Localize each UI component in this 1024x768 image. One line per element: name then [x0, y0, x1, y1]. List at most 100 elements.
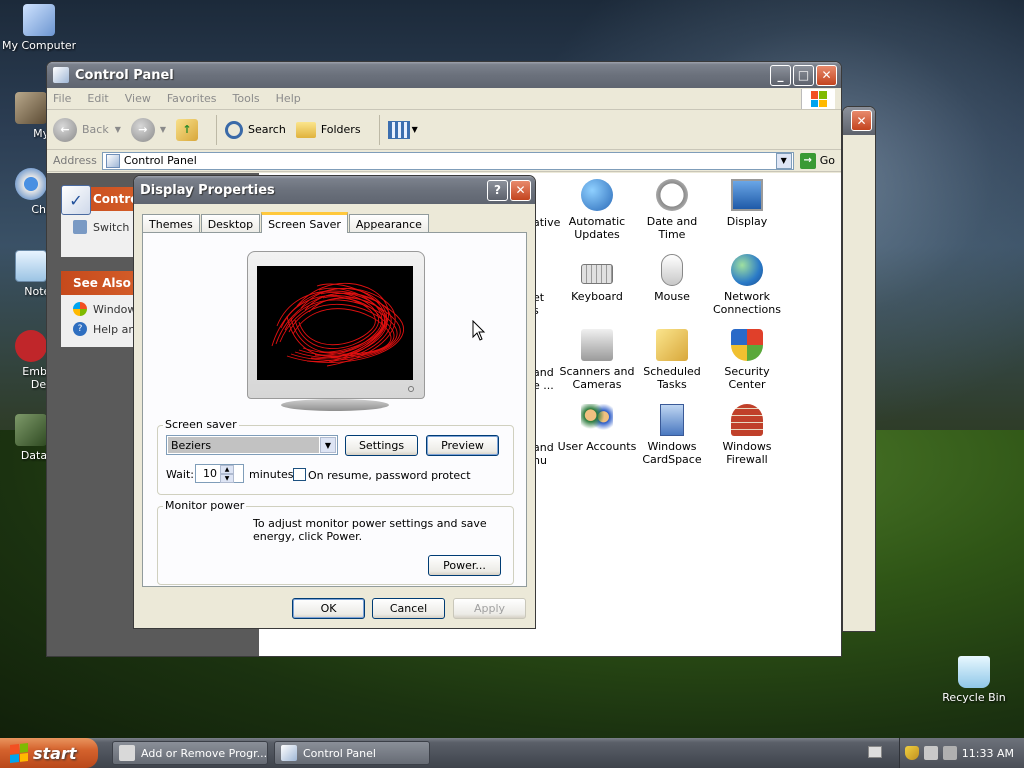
search-button[interactable]: Search	[225, 120, 286, 139]
settings-button[interactable]: Settings	[345, 435, 418, 456]
address-input[interactable]: Control Panel	[101, 151, 794, 170]
taskbar: start Add or Remove Progr... Control Pan…	[0, 738, 1024, 768]
cp-item-scanners-cameras[interactable]: Scanners and Cameras	[557, 329, 637, 391]
cp-item-security-center[interactable]: Security Center	[707, 329, 787, 391]
mouse-icon	[661, 254, 683, 286]
desktop-icon-label: Recycle Bin	[942, 691, 1006, 704]
power-button[interactable]: Power...	[428, 555, 501, 576]
monitor-power-group-label: Monitor power	[163, 499, 247, 512]
views-button[interactable]: ▼	[387, 120, 418, 139]
menu-file[interactable]: File	[53, 92, 71, 105]
window-title: Control Panel	[75, 67, 174, 83]
desktop-icon-my-computer[interactable]: My Computer	[2, 4, 76, 52]
control-panel-checkmark-icon: ✓	[61, 185, 91, 215]
up-folder-button[interactable]: ↑	[176, 118, 199, 141]
go-arrow-icon: →	[799, 152, 816, 169]
monitor-power-text: To adjust monitor power settings and sav…	[253, 517, 487, 543]
tab-screen-saver[interactable]: Screen Saver	[261, 212, 348, 233]
close-icon[interactable]: ✕	[816, 64, 837, 86]
wait-minutes-value[interactable]: 10	[196, 467, 220, 480]
notepad-icon	[15, 250, 47, 282]
start-button[interactable]: start	[0, 738, 98, 768]
network-icon[interactable]	[923, 746, 938, 760]
go-label: Go	[819, 154, 835, 167]
menu-tools[interactable]: Tools	[233, 92, 260, 105]
menu-help[interactable]: Help	[276, 92, 301, 105]
menu-edit[interactable]: Edit	[87, 92, 108, 105]
menu-favorites[interactable]: Favorites	[167, 92, 217, 105]
password-protect-checkbox[interactable]	[293, 468, 306, 481]
password-protect-label[interactable]: On resume, password protect	[308, 469, 471, 482]
minimize-icon[interactable]: _	[770, 64, 791, 86]
keyboard-language-icon[interactable]	[868, 746, 882, 758]
cp-item-keyboard[interactable]: Keyboard	[557, 254, 637, 303]
cp-item-mouse[interactable]: Mouse	[632, 254, 712, 303]
back-button[interactable]: ← Back ▼	[53, 117, 121, 142]
tab-appearance[interactable]: Appearance	[348, 214, 429, 233]
wait-minutes-stepper[interactable]: 10 ▲ ▼	[195, 464, 244, 483]
start-label: start	[33, 743, 77, 763]
control-panel-small-icon	[281, 745, 297, 761]
address-dropdown-icon[interactable]: ▼	[775, 152, 792, 169]
see-also-title: See Also	[73, 276, 131, 290]
ok-button[interactable]: OK	[292, 598, 365, 619]
cut-label: and	[533, 441, 554, 454]
display-icon	[731, 179, 763, 211]
cardspace-icon	[660, 404, 684, 436]
help-icon: ?	[73, 322, 87, 336]
folders-label: Folders	[320, 123, 361, 136]
windows-flag-icon	[10, 743, 28, 763]
scanner-camera-icon	[581, 329, 613, 361]
cp-item-user-accounts[interactable]: User Accounts	[557, 404, 637, 453]
chevron-down-icon[interactable]: ▼	[320, 437, 336, 453]
network-globe-icon	[731, 254, 763, 286]
recycle-bin-icon	[958, 656, 990, 688]
background-window[interactable]	[842, 106, 876, 632]
cancel-button[interactable]: Cancel	[372, 598, 445, 619]
maximize-icon[interactable]: □	[793, 64, 814, 86]
back-label: Back	[82, 123, 109, 136]
shield-icon	[731, 329, 763, 361]
add-remove-programs-icon	[119, 745, 135, 761]
cp-item-date-time[interactable]: Date and Time	[632, 179, 712, 241]
screen-saver-panel: Screen saver Beziers ▼ Settings Preview …	[142, 232, 527, 587]
cp-item-windows-firewall[interactable]: Windows Firewall	[707, 404, 787, 466]
close-icon[interactable]: ✕	[510, 179, 531, 201]
cp-item-scheduled-tasks[interactable]: Scheduled Tasks	[632, 329, 712, 391]
cp-item-automatic-updates[interactable]: Automatic Updates	[557, 179, 637, 241]
task-pane-lower	[47, 633, 259, 656]
security-shield-icon[interactable]	[904, 746, 919, 760]
stepper-down-icon[interactable]: ▼	[220, 474, 234, 483]
screen-saver-select[interactable]: Beziers ▼	[166, 435, 338, 455]
stepper-up-icon[interactable]: ▲	[220, 465, 234, 474]
folders-button[interactable]: Folders	[295, 121, 361, 138]
screen-saver-value: Beziers	[168, 437, 319, 453]
apply-button[interactable]: Apply	[453, 598, 526, 619]
desktop-icon-recycle-bin[interactable]: Recycle Bin	[937, 656, 1011, 704]
display-properties-titlebar[interactable]: Display Properties ? ✕	[134, 176, 535, 204]
taskbar-item-label: Control Panel	[303, 746, 376, 760]
tab-themes[interactable]: Themes	[142, 214, 200, 233]
cp-item-windows-cardspace[interactable]: Windows CardSpace	[632, 404, 712, 466]
forward-button[interactable]: → ▼	[130, 117, 166, 142]
cp-item-display[interactable]: Display	[707, 179, 787, 228]
menu-view[interactable]: View	[125, 92, 151, 105]
clock[interactable]: 11:33 AM	[962, 747, 1014, 760]
tab-desktop[interactable]: Desktop	[200, 214, 261, 233]
cp-item-label: Automatic Updates	[568, 215, 626, 241]
preview-button[interactable]: Preview	[426, 435, 499, 456]
screen-saver-group-label: Screen saver	[163, 418, 239, 431]
see-also-item-label: Help an	[93, 322, 136, 336]
views-icon	[387, 120, 410, 139]
monitor-stand	[281, 399, 389, 411]
volume-icon[interactable]	[942, 746, 957, 760]
cp-item-network-connections[interactable]: Network Connections	[707, 254, 787, 316]
help-icon[interactable]: ?	[487, 179, 508, 201]
taskbar-item-add-remove-programs[interactable]: Add or Remove Progr...	[112, 741, 268, 765]
background-window-close-icon[interactable]: ✕	[851, 110, 872, 131]
control-panel-titlebar[interactable]: Control Panel _ □ ✕	[47, 62, 841, 88]
display-properties-dialog[interactable]: Display Properties ? ✕ Themes Desktop Sc…	[133, 175, 536, 629]
taskbar-item-control-panel[interactable]: Control Panel	[274, 741, 430, 765]
go-button[interactable]: → Go	[799, 152, 835, 169]
menu-bar: File Edit View Favorites Tools Help	[47, 88, 841, 110]
